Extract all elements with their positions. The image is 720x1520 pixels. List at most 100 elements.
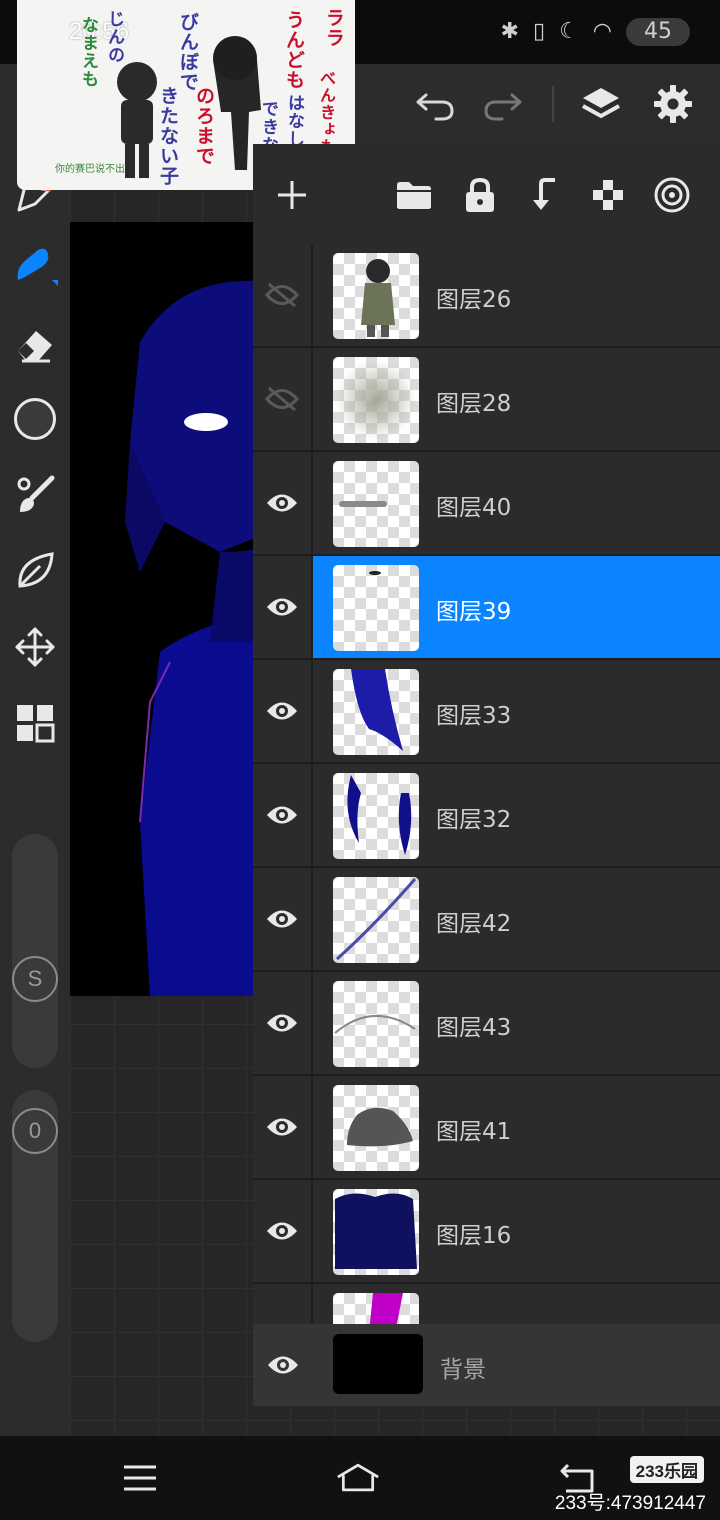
layer-row[interactable]: 图层42 xyxy=(253,868,720,972)
vibrate-icon: ▯ xyxy=(532,19,546,44)
layer-body[interactable]: 图层39 xyxy=(313,556,720,658)
layer-visibility-toggle[interactable] xyxy=(253,764,313,866)
reference-text-9: じんの xyxy=(104,10,124,64)
layer-visibility-toggle[interactable] xyxy=(253,556,313,658)
blur-tool[interactable] xyxy=(10,546,60,596)
layer-body[interactable]: 图层32 xyxy=(313,764,720,866)
layer-thumbnail xyxy=(333,669,419,755)
layer-name: 图层43 xyxy=(436,1015,512,1041)
watermark-logo: 233乐园 xyxy=(629,1456,704,1483)
layer-row-partial[interactable] xyxy=(253,1284,720,1324)
reference-text-8: きたない子 xyxy=(157,86,179,186)
leaf-icon xyxy=(18,552,54,588)
eye-icon xyxy=(267,1222,297,1240)
layer-body[interactable]: 图层33 xyxy=(313,660,720,762)
reference-text-7: のろまで xyxy=(193,86,215,166)
gallery-tool[interactable] xyxy=(10,698,60,748)
reference-text-6: びんぼで xyxy=(177,12,199,92)
settings-button[interactable] xyxy=(647,78,699,130)
layer-visibility-toggle[interactable] xyxy=(253,972,313,1074)
layer-visibility-toggle[interactable] xyxy=(253,660,313,762)
layer-row[interactable]: 图层39 xyxy=(253,556,720,660)
redo-button[interactable] xyxy=(476,78,528,130)
layer-body[interactable]: 图层40 xyxy=(313,452,720,554)
layer-effects-button[interactable] xyxy=(649,172,695,218)
layer-visibility-toggle[interactable] xyxy=(253,348,313,450)
grid-icon xyxy=(17,705,55,743)
merge-down-button[interactable] xyxy=(521,172,567,218)
layer-body[interactable]: 图层26 xyxy=(313,244,720,346)
moon-icon: ☾ xyxy=(559,19,579,44)
eraser-tool[interactable] xyxy=(10,320,60,370)
system-nav-bar: 233乐园 233号:473912447 xyxy=(0,1436,720,1520)
layer-thumbnail xyxy=(333,253,419,339)
bluetooth-icon: ✱ xyxy=(500,19,519,44)
wifi-icon: ◠ xyxy=(592,19,612,44)
layer-body[interactable]: 图层16 xyxy=(313,1180,720,1282)
toolbar-divider xyxy=(552,86,554,122)
layer-body[interactable]: 图层42 xyxy=(313,868,720,970)
lock-layer-button[interactable] xyxy=(457,172,503,218)
layers-list[interactable]: 图层26 图层28 图层40 图层39 图层33 图层32 图层42 图层43 图层41 图层16 xyxy=(253,244,720,1324)
transform-tool[interactable] xyxy=(10,622,60,672)
layer-thumbnail xyxy=(333,357,419,443)
eye-icon xyxy=(267,1014,297,1032)
battery-indicator: 45 xyxy=(626,18,690,46)
layer-thumbnail xyxy=(333,565,419,651)
layer-body[interactable]: 图层41 xyxy=(313,1076,720,1178)
nav-menu-button[interactable] xyxy=(118,1458,162,1498)
brush-size-slider[interactable] xyxy=(12,834,58,1068)
layers-icon xyxy=(582,88,620,119)
reference-text-2: べんきょも xyxy=(317,70,336,155)
smudge-tool[interactable] xyxy=(10,470,60,520)
eraser-icon xyxy=(18,331,52,363)
brush-opacity-handle[interactable]: 0 xyxy=(12,1108,58,1154)
artwork-canvas[interactable] xyxy=(70,222,270,996)
redo-icon xyxy=(484,93,522,121)
layer-row[interactable]: 图层32 xyxy=(253,764,720,868)
layer-visibility-toggle[interactable] xyxy=(253,1284,313,1324)
layer-thumbnail xyxy=(333,773,419,859)
undo-icon xyxy=(416,93,454,121)
layer-row[interactable]: 图层40 xyxy=(253,452,720,556)
layer-folder-button[interactable] xyxy=(391,172,437,218)
brush-size-handle[interactable]: S xyxy=(12,956,58,1002)
color-picker-button[interactable] xyxy=(10,394,60,444)
layer-row[interactable]: 图层16 xyxy=(253,1180,720,1284)
layer-visibility-toggle[interactable] xyxy=(253,452,313,554)
layers-button[interactable] xyxy=(575,78,627,130)
layer-row[interactable]: 图层28 xyxy=(253,348,720,452)
background-thumbnail xyxy=(333,1334,423,1394)
layer-thumbnail xyxy=(333,1293,419,1324)
layer-row[interactable]: 图层33 xyxy=(253,660,720,764)
layer-visibility-toggle[interactable] xyxy=(253,1076,313,1178)
eye-icon xyxy=(267,1118,297,1136)
move-arrows-icon xyxy=(15,627,55,667)
background-visibility-toggle[interactable] xyxy=(253,1324,313,1406)
eye-icon xyxy=(267,598,297,616)
layer-visibility-toggle[interactable] xyxy=(253,868,313,970)
background-layer-row[interactable]: 背景 xyxy=(253,1324,720,1406)
layer-body[interactable]: 图层43 xyxy=(313,972,720,1074)
nav-home-button[interactable] xyxy=(336,1458,380,1498)
layer-thumbnail xyxy=(333,1189,419,1275)
eye-icon xyxy=(267,910,297,928)
eye-icon xyxy=(267,494,297,512)
layer-row[interactable]: 图层41 xyxy=(253,1076,720,1180)
layer-thumbnail xyxy=(333,461,419,547)
merge-down-icon xyxy=(533,178,555,210)
layer-body[interactable] xyxy=(313,1284,720,1324)
layer-name: 图层32 xyxy=(436,807,512,833)
undo-button[interactable] xyxy=(410,78,462,130)
add-layer-button[interactable] xyxy=(269,172,315,218)
layer-row[interactable]: 图层43 xyxy=(253,972,720,1076)
transparency-button[interactable] xyxy=(585,172,631,218)
folder-icon xyxy=(397,182,431,209)
layer-row[interactable]: 图层26 xyxy=(253,244,720,348)
eye-hidden-icon xyxy=(265,386,299,412)
brush-tool[interactable] xyxy=(10,240,60,290)
menu-icon xyxy=(124,1465,156,1491)
layer-visibility-toggle[interactable] xyxy=(253,244,313,346)
layer-visibility-toggle[interactable] xyxy=(253,1180,313,1282)
layer-body[interactable]: 图层28 xyxy=(313,348,720,450)
